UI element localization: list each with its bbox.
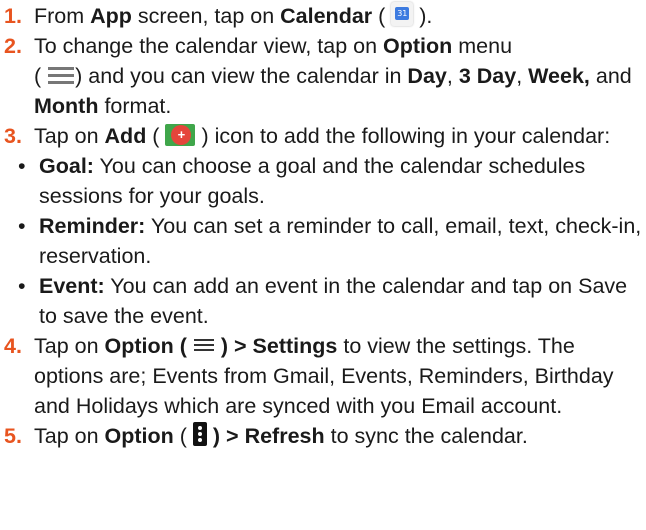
add-label: Add: [104, 124, 147, 148]
step-4: 4. Tap on Option ( ) > Settings to view …: [2, 331, 644, 421]
step-number: 4.: [4, 334, 22, 358]
step-text: screen, tap on: [131, 4, 281, 28]
event-label: Event:: [39, 274, 105, 298]
step-text: To change the calendar view, tap on: [34, 34, 384, 58]
step-text: (: [34, 64, 42, 88]
step-number: 2.: [4, 34, 22, 58]
step-text: ) icon to add the following in your cale…: [201, 124, 611, 148]
step-text: Tap on: [34, 424, 105, 448]
option-label: Option: [383, 34, 453, 58]
step-text: Tap on: [34, 124, 105, 148]
add-plus-icon: +: [165, 124, 196, 147]
step-2: 2. To change the calendar view, tap on O…: [2, 31, 644, 121]
add-options-list: • Goal: You can choose a goal and the ca…: [2, 151, 644, 331]
settings-label: ) > Settings: [220, 334, 338, 358]
step-text: and: [589, 64, 632, 88]
step-text: ).: [419, 4, 433, 28]
day-label: Day: [407, 64, 447, 88]
month-label: Month: [34, 94, 99, 118]
option-label: Option: [104, 424, 174, 448]
step-text: (: [146, 124, 160, 148]
bullet-dot: •: [18, 214, 26, 238]
step-text: (: [173, 424, 187, 448]
step-text: menu: [452, 34, 513, 58]
step-text: ,: [446, 64, 459, 88]
week-label: Week,: [528, 64, 590, 88]
list-item-goal: • Goal: You can choose a goal and the ca…: [10, 151, 644, 211]
goal-label: Goal:: [39, 154, 94, 178]
calendar-label: Calendar: [280, 4, 373, 28]
step-1: 1. From App screen, tap on Calendar ( 31…: [2, 1, 644, 31]
step-text: to sync the calendar.: [324, 424, 528, 448]
bullet-text: You can add an event in the calendar and…: [39, 274, 628, 328]
step-text: Tap on: [34, 334, 105, 358]
step-3: 3. Tap on Add ( + ) icon to add the foll…: [2, 121, 644, 151]
list-item-event: • Event: You can add an event in the cal…: [10, 271, 644, 331]
step-text: format.: [98, 94, 172, 118]
refresh-label: ) > Refresh: [212, 424, 325, 448]
step-number: 5.: [4, 424, 22, 448]
list-item-reminder: • Reminder: You can set a reminder to ca…: [10, 211, 644, 271]
more-vert-icon: [192, 422, 207, 447]
calendar-app-icon: 31: [391, 2, 414, 27]
bullet-text: You can choose a goal and the calendar s…: [39, 154, 586, 208]
step-number: 1.: [4, 4, 22, 28]
step-text: From: [34, 4, 91, 28]
instruction-document: 1. From App screen, tap on Calendar ( 31…: [0, 0, 644, 451]
calendar-icon-date: 31: [395, 7, 410, 21]
option-label: Option (: [104, 334, 187, 358]
three-day-label: 3 Day: [458, 64, 517, 88]
app-label: App: [90, 4, 132, 28]
step-5: 5. Tap on Option ( ) > Refresh to sync t…: [2, 421, 644, 451]
hamburger-menu-icon: [47, 65, 75, 85]
bullet-dot: •: [18, 274, 26, 298]
step-text: (: [372, 4, 386, 28]
hamburger-menu-icon: [193, 337, 215, 353]
step-text: ,: [516, 64, 529, 88]
bullet-dot: •: [18, 154, 26, 178]
step-number: 3.: [4, 124, 22, 148]
step-text: ) and you can view the calendar in: [75, 64, 408, 88]
reminder-label: Reminder:: [39, 214, 146, 238]
